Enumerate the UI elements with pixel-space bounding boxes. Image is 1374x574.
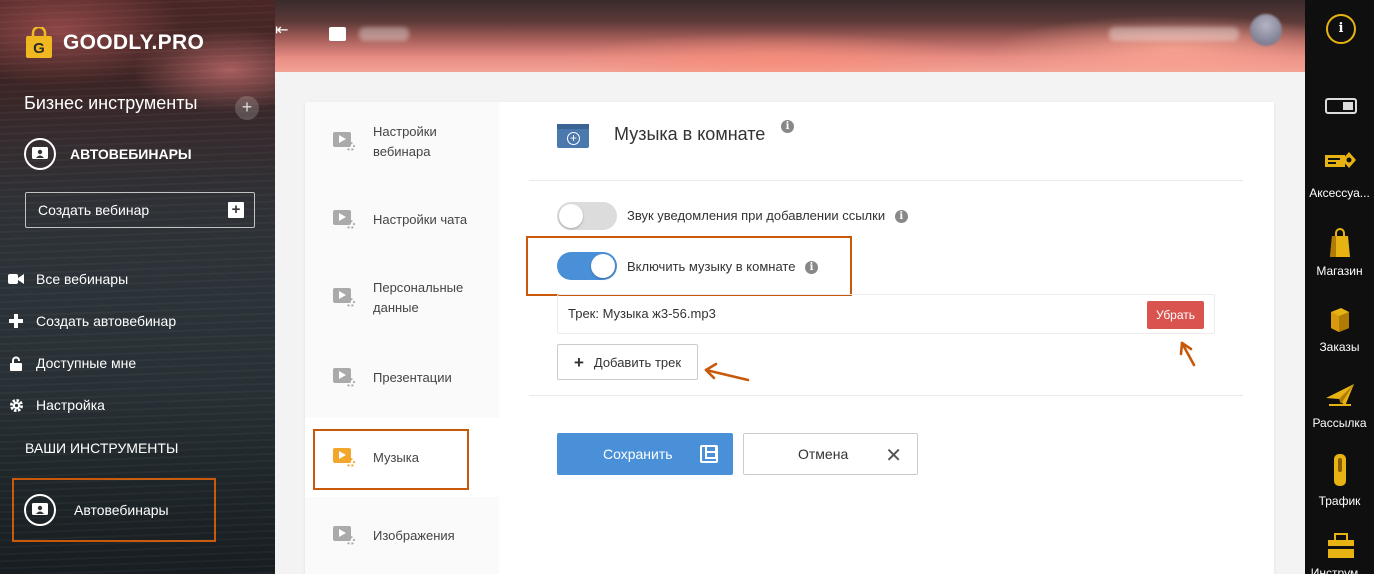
business-tools-title: Бизнес инструменты xyxy=(24,93,198,113)
panel-toggle-icon[interactable] xyxy=(1325,98,1357,114)
tab-label: Настройки вебинара xyxy=(373,124,437,159)
svg-text:G: G xyxy=(33,40,45,57)
track-name: Трек: Музыка ж3-56.mp3 xyxy=(568,306,716,321)
settings-nav: Настройки вебинара Настройки чата Персон… xyxy=(305,102,499,574)
sidebar-item-label: Настройка xyxy=(36,397,105,413)
notify-sound-toggle[interactable] xyxy=(557,202,617,230)
sidebar-item-all-webinars[interactable]: Все вебинары xyxy=(8,258,176,300)
wallet-icon[interactable] xyxy=(329,27,346,41)
enable-music-toggle[interactable] xyxy=(557,252,617,280)
add-track-button[interactable]: + Добавить трек xyxy=(557,344,698,380)
user-name-blurred xyxy=(1109,27,1239,41)
your-tools-title: ВАШИ ИНСТРУМЕНТЫ xyxy=(25,440,179,456)
autowebinar-icon xyxy=(24,494,56,526)
gear-icon xyxy=(8,397,24,413)
rightbar-item-label: Аксессуа... xyxy=(1309,186,1370,200)
info-icon[interactable]: i xyxy=(1326,14,1356,44)
accessories-icon xyxy=(1323,150,1357,180)
tool-item-autowebinars[interactable]: Автовебинары xyxy=(12,478,216,542)
rightbar-item-label: Магазин xyxy=(1316,264,1363,278)
top-header: ⇤ xyxy=(275,0,1305,72)
tab-label: Настройки чата xyxy=(373,212,468,227)
rightbar-item-label: Заказы xyxy=(1319,340,1360,354)
rightbar-item-shop[interactable]: Магазин xyxy=(1305,228,1374,278)
save-label: Сохранить xyxy=(603,446,673,462)
screen-gear-icon xyxy=(333,209,357,231)
screen-gear-icon xyxy=(333,131,357,153)
plus-icon xyxy=(8,313,24,329)
right-toolbar: i Аксессуа... Магазин Заказы Рассылка Тр… xyxy=(1305,0,1374,574)
orders-box-icon xyxy=(1323,304,1357,334)
screen-gear-icon xyxy=(333,287,357,309)
tab-label: Презентации xyxy=(373,370,452,385)
traffic-icon xyxy=(1323,452,1357,488)
settings-card: Настройки вебинара Настройки чата Персон… xyxy=(305,102,1274,574)
video-camera-icon xyxy=(8,271,24,287)
tab-label: Изображения xyxy=(373,527,455,543)
tab-images[interactable]: Изображения xyxy=(305,497,499,574)
avatar[interactable] xyxy=(1250,14,1282,46)
sidebar-nav: Все вебинары Создать автовебинар Доступн… xyxy=(8,258,176,426)
sidebar-item-settings[interactable]: Настройка xyxy=(8,384,176,426)
sidebar-item-label: Создать автовебинар xyxy=(36,313,177,329)
rightbar-item-label: Трафик xyxy=(1318,494,1361,508)
paper-plane-icon xyxy=(1323,380,1357,410)
tab-label: Персональные данные xyxy=(373,280,464,315)
logo-text: GOODLY.PRO xyxy=(63,31,205,54)
track-row: Трек: Музыка ж3-56.mp3 Убрать xyxy=(557,294,1215,334)
shopping-bag-logo-icon: G xyxy=(25,25,53,59)
autowebinars-section-label: АВТОВЕБИНАРЫ xyxy=(70,146,192,162)
tool-item-label: Автовебинары xyxy=(74,502,169,518)
screen-gear-icon xyxy=(333,367,357,389)
add-business-tool-button[interactable]: + xyxy=(235,96,259,120)
tab-webinar-settings[interactable]: Настройки вебинара xyxy=(305,102,499,182)
remove-track-button[interactable]: Убрать xyxy=(1147,301,1204,329)
cancel-button[interactable]: Отмена ✕ xyxy=(743,433,918,475)
autowebinar-icon xyxy=(24,138,56,170)
close-icon: ✕ xyxy=(885,445,902,467)
info-icon[interactable]: i xyxy=(894,210,908,224)
sidebar-item-available-to-me[interactable]: Доступные мне xyxy=(8,342,176,384)
tab-chat-settings[interactable]: Настройки чата xyxy=(305,182,499,258)
plus-square-icon: + xyxy=(228,202,244,218)
left-sidebar: G GOODLY.PRO Бизнес инструменты + АВТОВЕ… xyxy=(0,0,275,574)
info-icon[interactable]: i xyxy=(805,261,819,275)
plus-icon: + xyxy=(573,352,584,372)
screen-gear-icon xyxy=(333,525,357,547)
info-icon[interactable]: i xyxy=(781,120,794,133)
tab-presentations[interactable]: Презентации xyxy=(305,338,499,418)
divider xyxy=(529,395,1243,396)
add-window-icon: + xyxy=(557,124,589,148)
rightbar-item-accessories[interactable]: Аксессуа... xyxy=(1305,150,1374,200)
balance-blurred xyxy=(359,27,409,41)
sidebar-item-label: Доступные мне xyxy=(36,355,137,371)
enable-music-label: Включить музыку в комнате i xyxy=(627,259,819,275)
rightbar-item-orders[interactable]: Заказы xyxy=(1305,304,1374,354)
sidebar-item-label: Все вебинары xyxy=(36,271,129,287)
tab-personal-data[interactable]: Персональные данные xyxy=(305,258,499,338)
divider xyxy=(529,180,1243,181)
rightbar-item-label: Инструм... xyxy=(1310,566,1369,574)
notify-sound-label: Звук уведомления при добавлении ссылки i xyxy=(627,208,908,224)
rightbar-item-label: Рассылка xyxy=(1312,416,1367,430)
music-tab-highlight xyxy=(313,429,469,490)
collapse-sidebar-icon[interactable]: ⇤ xyxy=(275,20,293,39)
add-track-label: Добавить трек xyxy=(593,354,682,370)
rightbar-item-mailing[interactable]: Рассылка xyxy=(1305,380,1374,430)
create-webinar-label: Создать вебинар xyxy=(38,202,150,218)
save-button[interactable]: Сохранить xyxy=(557,433,733,475)
sidebar-item-create-autowebinar[interactable]: Создать автовебинар xyxy=(8,300,176,342)
cancel-label: Отмена xyxy=(798,446,849,462)
rightbar-item-traffic[interactable]: Трафик xyxy=(1305,452,1374,508)
logo[interactable]: G GOODLY.PRO xyxy=(25,25,205,59)
autowebinars-section-header[interactable]: АВТОВЕБИНАРЫ xyxy=(24,138,192,170)
toolbox-icon xyxy=(1323,530,1357,560)
create-webinar-button[interactable]: Создать вебинар + xyxy=(25,192,255,228)
rightbar-item-tools[interactable]: Инструм... xyxy=(1305,530,1374,574)
section-title: Музыка в комнате xyxy=(614,124,766,144)
floppy-disk-icon xyxy=(700,445,718,463)
lock-icon xyxy=(8,355,24,371)
shopping-bag-icon xyxy=(1323,228,1357,258)
